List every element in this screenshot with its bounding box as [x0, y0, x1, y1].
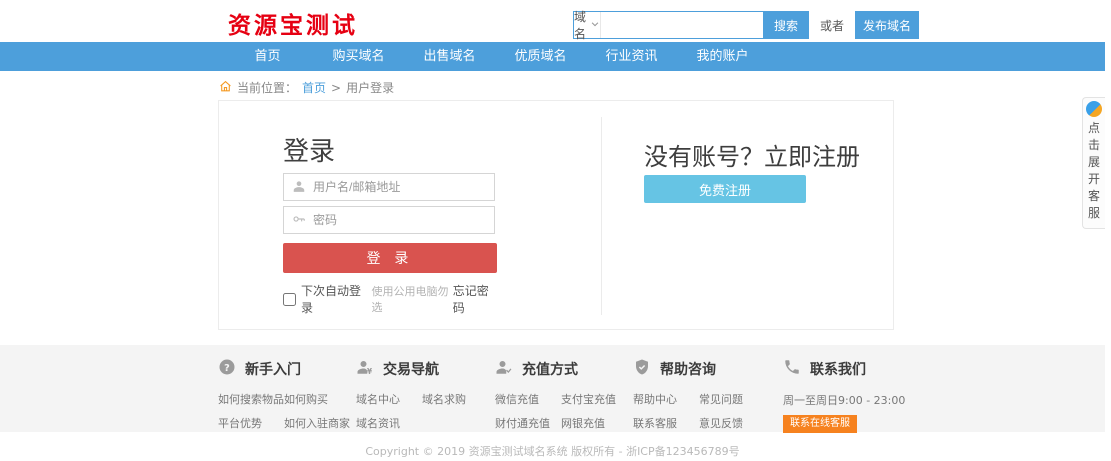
- contact-online-service-button[interactable]: 联系在线客服: [783, 415, 857, 433]
- vertical-divider: [601, 117, 602, 315]
- customer-service-widget[interactable]: 点击展开客服: [1082, 97, 1105, 229]
- free-register-button[interactable]: 免费注册: [644, 175, 806, 203]
- search-box: 域名: [573, 10, 769, 41]
- breadcrumb-separator: >: [331, 80, 342, 95]
- footer-col-beginner: ? 新手入门 如何搜索物品 如何购买 平台优势 如何入驻商家: [218, 358, 350, 431]
- register-title: 没有账号？立即注册: [644, 143, 860, 171]
- svg-text:?: ?: [224, 363, 230, 374]
- footer-link[interactable]: 微信充值: [495, 391, 557, 407]
- or-text: 或者: [820, 18, 845, 33]
- footer-link[interactable]: [422, 415, 484, 431]
- key-icon: [292, 211, 306, 230]
- footer-link[interactable]: 网银充值: [561, 415, 623, 431]
- footer-col-help: 帮助咨询 帮助中心 常见问题 联系客服 意见反馈: [633, 358, 761, 431]
- login-card: 登录 登 录 下次自动登录 使用公用电脑勿选 忘记密码 没有账号？立即注册 免费…: [218, 100, 894, 330]
- nav-item-sell-domain[interactable]: 出售域名: [404, 42, 495, 71]
- nav-item-industry-news[interactable]: 行业资讯: [586, 42, 677, 71]
- service-hours: 周一至周日9:00 - 23:00: [783, 394, 906, 407]
- username-input[interactable]: [313, 180, 494, 194]
- forgot-password-link[interactable]: 忘记密码: [453, 282, 497, 316]
- customer-service-icon: [1086, 101, 1102, 117]
- login-options-row: 下次自动登录 使用公用电脑勿选 忘记密码: [283, 282, 497, 316]
- footer-link[interactable]: 如何搜索物品: [218, 391, 284, 407]
- site-logo[interactable]: 资源宝测试: [228, 6, 358, 40]
- customer-service-label: 点击展开客服: [1087, 121, 1100, 220]
- breadcrumb-label: 当前位置：: [237, 81, 298, 95]
- footer-col-title: 交易导航: [383, 362, 439, 378]
- search-category-select[interactable]: 域名: [574, 10, 602, 41]
- nav-item-buy-domain[interactable]: 购买域名: [313, 42, 404, 71]
- search-button[interactable]: 搜索: [763, 11, 809, 39]
- search-category-label: 域名: [574, 10, 587, 41]
- footer-col-title: 新手入门: [245, 362, 301, 378]
- footer-link[interactable]: 财付通充值: [495, 415, 557, 431]
- login-submit-button[interactable]: 登 录: [283, 243, 497, 273]
- password-input[interactable]: [313, 213, 494, 227]
- nav-item-premium-domain[interactable]: 优质域名: [495, 42, 586, 71]
- footer-link[interactable]: 域名中心: [356, 391, 418, 407]
- footer-col-title: 帮助咨询: [660, 362, 716, 378]
- footer-col-title: 充值方式: [522, 362, 578, 378]
- login-title: 登录: [283, 137, 336, 167]
- remember-checkbox[interactable]: [283, 292, 296, 306]
- username-field-wrap: [283, 173, 495, 201]
- footer-link[interactable]: 平台优势: [218, 415, 280, 431]
- footer-link[interactable]: 域名资讯: [356, 415, 418, 431]
- search-input[interactable]: [601, 12, 769, 38]
- svg-text:¥: ¥: [367, 367, 373, 376]
- password-field-wrap: [283, 206, 495, 234]
- copyright-text: Copyright © 2019 资源宝测试域名系统 版权所有 - 浙ICP备1…: [365, 445, 740, 458]
- domain-search-bar: 域名 搜索 或者 发布域名: [573, 10, 920, 41]
- question-circle-icon: ?: [218, 358, 236, 380]
- user-yen-icon: ¥: [356, 358, 374, 380]
- phone-icon: [783, 358, 801, 380]
- user-icon: [292, 178, 306, 197]
- breadcrumb: 当前位置： 首页 > 用户登录: [219, 79, 394, 96]
- main-nav: 首页 购买域名 出售域名 优质域名 行业资讯 我的账户: [0, 42, 1105, 71]
- footer-link[interactable]: 意见反馈: [699, 415, 761, 431]
- footer-col-recharge: 充值方式 微信充值 支付宝充值 财付通充值 网银充值: [495, 358, 623, 431]
- footer-link[interactable]: 如何入驻商家: [284, 415, 350, 431]
- footer-link[interactable]: 联系客服: [633, 415, 695, 431]
- publish-domain-button[interactable]: 发布域名: [855, 11, 920, 39]
- remember-hint: 使用公用电脑勿选: [371, 285, 449, 314]
- breadcrumb-home-link[interactable]: 首页: [302, 79, 326, 96]
- footer-col-contact: 联系我们 周一至周日9:00 - 23:00 联系在线客服: [783, 358, 905, 433]
- footer-link[interactable]: 帮助中心: [633, 391, 695, 407]
- user-recharge-icon: [495, 358, 513, 380]
- shield-icon: [633, 358, 651, 380]
- footer: ? 新手入门 如何搜索物品 如何购买 平台优势 如何入驻商家 ¥ 交易导航 域名…: [0, 345, 1105, 433]
- footer-link[interactable]: 支付宝充值: [561, 391, 623, 407]
- nav-item-my-account[interactable]: 我的账户: [677, 42, 768, 71]
- footer-link[interactable]: 如何购买: [284, 391, 346, 407]
- footer-link[interactable]: 常见问题: [699, 391, 761, 407]
- home-icon: [219, 80, 232, 96]
- chevron-down-icon: [590, 18, 600, 32]
- footer-col-title: 联系我们: [810, 362, 866, 378]
- footer-link[interactable]: 域名求购: [422, 391, 484, 407]
- nav-item-home[interactable]: 首页: [222, 42, 313, 71]
- remember-label: 下次自动登录: [301, 284, 362, 315]
- breadcrumb-current: 用户登录: [346, 81, 395, 95]
- footer-col-trade: ¥ 交易导航 域名中心 域名求购 域名资讯: [356, 358, 484, 431]
